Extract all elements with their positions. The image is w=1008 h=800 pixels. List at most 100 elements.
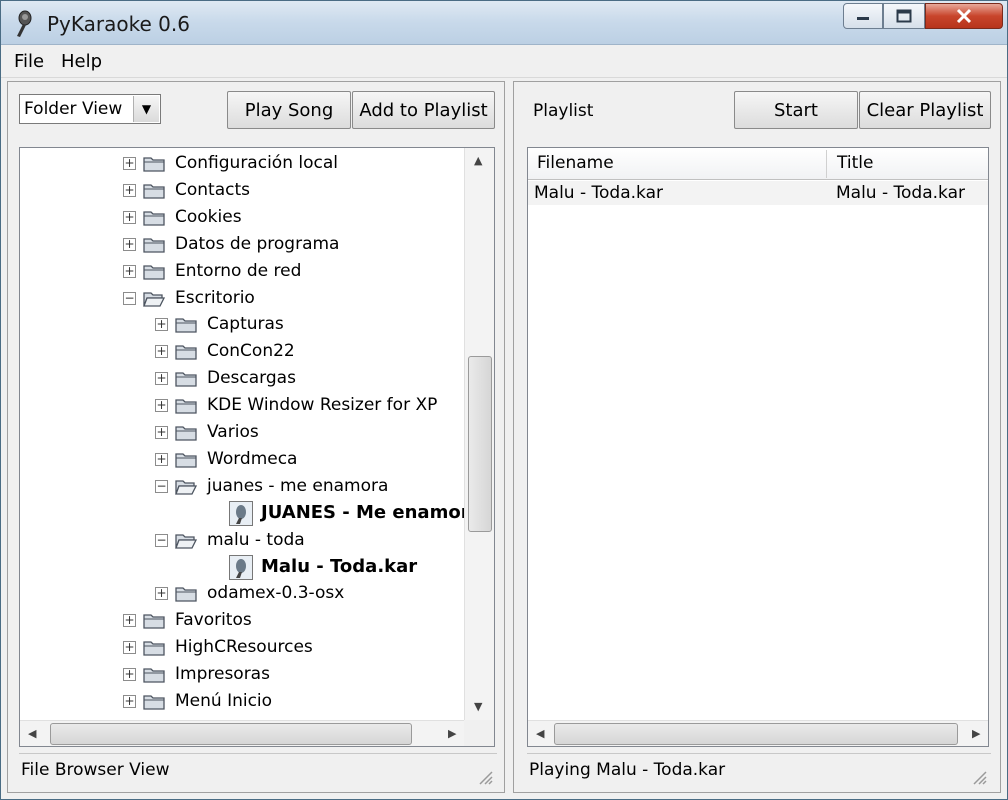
tree-row[interactable]: + HighCResources: [20, 634, 464, 661]
tree-row-label: HighCResources: [175, 637, 313, 658]
start-button[interactable]: Start: [734, 91, 858, 129]
tree-row[interactable]: + Datos de programa: [20, 231, 464, 258]
table-row[interactable]: Malu - Toda.kar Malu - Toda.kar: [528, 181, 988, 205]
tree-row-label: malu - toda: [207, 529, 305, 550]
expand-icon[interactable]: +: [123, 183, 136, 197]
tree-row-label: Configuración local: [175, 153, 338, 173]
scroll-right-icon[interactable]: ▶: [972, 727, 980, 740]
tree-row[interactable]: Malu - Toda.kar: [20, 554, 464, 581]
cell-title: Malu - Toda.kar: [836, 183, 965, 203]
tree-row-label: Descargas: [207, 368, 296, 389]
tree-row[interactable]: + ConCon22: [20, 338, 464, 365]
tree-row[interactable]: − juanes - me enamora: [20, 473, 464, 500]
tree-row[interactable]: + Varios: [20, 419, 464, 446]
scroll-right-icon[interactable]: ▶: [448, 727, 456, 740]
menu-file[interactable]: File: [14, 51, 44, 72]
playlist-status-text: Playing Malu - Toda.kar: [529, 760, 726, 780]
tree-row[interactable]: + KDE Window Resizer for XP: [20, 392, 464, 419]
close-button[interactable]: [925, 3, 1003, 29]
expand-icon[interactable]: +: [155, 587, 168, 601]
expand-icon[interactable]: +: [123, 641, 136, 655]
play-song-button[interactable]: Play Song: [227, 91, 351, 129]
scroll-left-icon[interactable]: ◀: [536, 727, 544, 740]
tree-row-label: Varios: [207, 422, 259, 442]
tree-row[interactable]: + odamex-0.3-osx: [20, 580, 464, 607]
maximize-button[interactable]: [883, 3, 925, 29]
expand-icon[interactable]: +: [155, 345, 168, 359]
scroll-up-icon[interactable]: ▲: [474, 154, 482, 167]
resize-grip-icon[interactable]: [971, 769, 987, 785]
expand-icon[interactable]: +: [123, 237, 136, 251]
tree-row[interactable]: JUANES - Me enamora.kar: [20, 500, 464, 527]
folder-open-icon: [175, 533, 197, 549]
folder-icon: [143, 184, 165, 199]
view-select[interactable]: Folder View ▼: [19, 94, 161, 124]
expand-icon[interactable]: +: [155, 318, 168, 332]
tree-row-label: odamex-0.3-osx: [207, 583, 345, 604]
collapse-icon[interactable]: −: [155, 479, 168, 493]
horizontal-scroll-thumb[interactable]: [50, 723, 412, 745]
expand-icon[interactable]: +: [123, 668, 136, 682]
menu-help[interactable]: Help: [61, 51, 102, 72]
expand-icon[interactable]: +: [123, 210, 136, 224]
karaoke-file-icon: [229, 554, 253, 580]
playlist-horizontal-scrollbar[interactable]: ◀ ▶: [528, 720, 988, 746]
file-tree[interactable]: + Configuración local + Contacts + Cookies + Da…: [19, 147, 495, 747]
folder-icon: [175, 587, 197, 603]
tree-row-label: Entorno de red: [175, 260, 302, 281]
expand-icon[interactable]: +: [155, 426, 168, 439]
tree-row-label: Favoritos: [175, 610, 252, 631]
scroll-down-icon[interactable]: ▼: [474, 700, 482, 713]
tree-row[interactable]: + Wordmeca: [20, 446, 464, 473]
expand-icon[interactable]: +: [155, 372, 168, 386]
folder-icon: [175, 345, 197, 360]
browser-status-bar: File Browser View: [19, 753, 497, 789]
clear-playlist-button[interactable]: Clear Playlist: [859, 91, 991, 129]
tree-row[interactable]: + Cookies: [20, 204, 464, 231]
chevron-down-icon[interactable]: ▼: [133, 96, 159, 122]
horizontal-scrollbar[interactable]: ◀ ▶: [20, 720, 464, 746]
tree-row[interactable]: − Escritorio: [20, 285, 464, 312]
collapse-icon[interactable]: −: [155, 533, 168, 547]
tree-row[interactable]: + Menú Inicio: [20, 688, 464, 715]
tree-row[interactable]: + Configuración local: [20, 150, 464, 177]
tree-row-label: Impresoras: [175, 664, 270, 685]
tree-row[interactable]: + Entorno de red: [20, 258, 464, 285]
app-window: PyKaraoke 0.6 File Help Folder View ▼ Pl…: [0, 0, 1008, 800]
tree-rows: + Configuración local + Contacts + Cookies + Da…: [20, 148, 464, 720]
tree-row[interactable]: + Favoritos: [20, 607, 464, 634]
folder-icon: [175, 426, 197, 441]
tree-row-label: Wordmeca: [207, 448, 298, 469]
tree-row[interactable]: + Capturas: [20, 311, 464, 338]
tree-row[interactable]: + Contacts: [20, 177, 464, 204]
expand-icon[interactable]: +: [123, 157, 136, 170]
tree-row[interactable]: + Impresoras: [20, 661, 464, 688]
folder-icon: [175, 318, 197, 334]
vertical-scroll-thumb[interactable]: [468, 356, 492, 532]
vertical-scrollbar[interactable]: ▲ ▼: [464, 148, 494, 720]
folder-icon: [143, 641, 165, 656]
expand-icon[interactable]: +: [123, 264, 136, 278]
tree-row[interactable]: − malu - toda: [20, 527, 464, 554]
folder-icon: [143, 238, 165, 253]
minimize-button[interactable]: [843, 3, 883, 29]
collapse-icon[interactable]: −: [123, 291, 136, 305]
expand-icon[interactable]: +: [155, 452, 168, 466]
resize-grip-icon[interactable]: [477, 769, 493, 785]
add-to-playlist-button[interactable]: Add to Playlist: [352, 91, 495, 129]
column-title[interactable]: Title: [837, 153, 873, 173]
folder-icon: [143, 264, 165, 280]
expand-icon[interactable]: +: [123, 695, 136, 708]
expand-icon[interactable]: +: [123, 614, 136, 628]
scroll-corner: [464, 720, 494, 746]
column-filename[interactable]: Filename: [537, 153, 614, 173]
playlist-scroll-thumb[interactable]: [554, 723, 958, 745]
table-header: Filename Title: [528, 148, 988, 180]
expand-icon[interactable]: +: [155, 399, 168, 413]
tree-row-label: Cookies: [175, 206, 242, 227]
scroll-left-icon[interactable]: ◀: [28, 727, 36, 740]
playlist-table[interactable]: Filename Title Malu - Toda.kar Malu - To…: [527, 147, 989, 747]
tree-row[interactable]: + Descargas: [20, 365, 464, 392]
title-bar[interactable]: PyKaraoke 0.6: [1, 1, 1007, 45]
column-separator[interactable]: [826, 150, 827, 178]
